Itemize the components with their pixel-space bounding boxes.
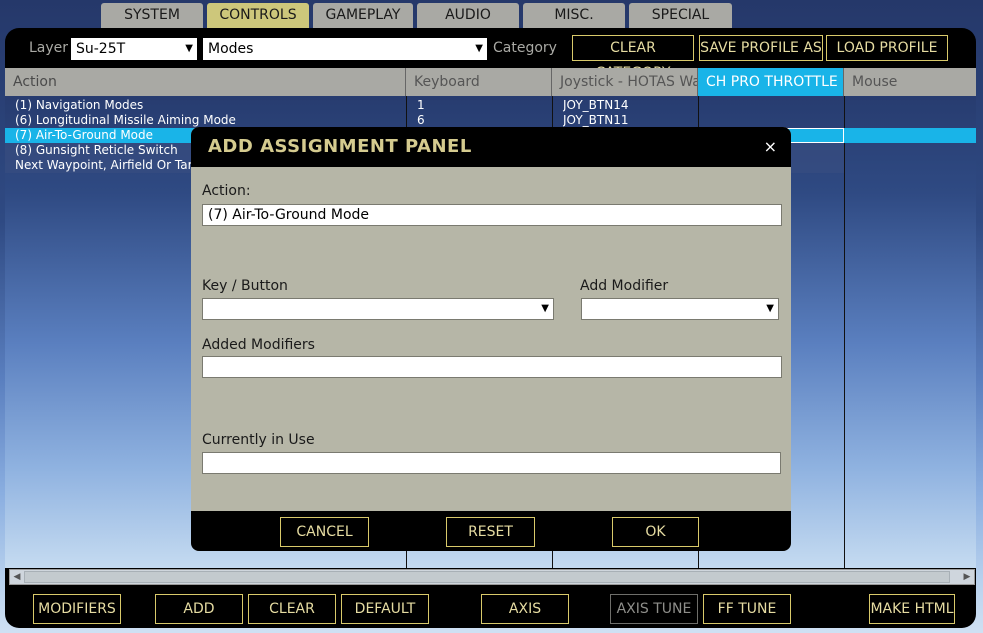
chevron-down-icon: ▼ [475,43,483,54]
horizontal-scrollbar[interactable]: ◀ ▶ [9,569,975,585]
chevron-down-icon: ▼ [766,303,774,314]
scrollbar-thumb[interactable] [24,571,950,583]
table-header: Action Keyboard Joystick - HOTAS Wa CH P… [5,68,976,96]
row-keyboard: 6 [417,113,425,127]
layer-select-value: Su-25T [76,41,126,57]
scroll-left-icon[interactable]: ◀ [10,570,24,584]
clear-category-button[interactable]: CLEAR CATEGORY [572,35,694,81]
modes-select[interactable]: Modes ▼ [203,38,487,60]
dialog-footer: CANCEL RESET OK [191,511,791,551]
tab-gameplay[interactable]: GAMEPLAY [313,3,413,29]
settings-tabs: SYSTEM CONTROLS GAMEPLAY AUDIO MISC. SPE… [101,3,736,29]
layer-select[interactable]: Su-25T ▼ [71,38,197,60]
dialog-header: ADD ASSIGNMENT PANEL × [191,127,791,167]
modes-select-value: Modes [208,41,254,57]
dialog-title: ADD ASSIGNMENT PANEL [208,136,472,157]
cancel-button[interactable]: CANCEL [280,517,369,547]
column-header-keyboard[interactable]: Keyboard [406,68,552,96]
load-profile-button[interactable]: LOAD PROFILE [826,35,948,61]
add-modifier-select[interactable]: ▼ [581,298,779,320]
action-value: (7) Air-To-Ground Mode [208,207,370,223]
clear-button[interactable]: CLEAR [248,594,336,624]
row-joystick: JOY_BTN11 [563,113,629,127]
tab-audio[interactable]: AUDIO [417,3,519,29]
ok-button[interactable]: OK [612,517,699,547]
table-row[interactable]: (1) Navigation Modes 1 JOY_BTN14 [5,98,844,113]
modifiers-button[interactable]: MODIFIERS [33,594,121,624]
action-field: (7) Air-To-Ground Mode [202,204,782,226]
axis-tune-button: AXIS TUNE [610,594,698,624]
axis-assign-button[interactable]: AXIS ASSIGN [481,594,569,624]
add-assignment-dialog: ADD ASSIGNMENT PANEL × Action: (7) Air-T… [191,127,791,551]
row-joystick: JOY_BTN14 [563,98,629,112]
ff-tune-button[interactable]: FF TUNE [703,594,791,624]
table-row[interactable]: (6) Longitudinal Missile Aiming Mode 6 J… [5,113,844,128]
column-header-joystick[interactable]: Joystick - HOTAS Wa [552,68,698,96]
scroll-right-icon[interactable]: ▶ [960,570,974,584]
added-modifiers-label: Added Modifiers [202,337,315,353]
make-html-button[interactable]: MAKE HTML [869,594,955,624]
row-action: (6) Longitudinal Missile Aiming Mode [15,113,236,127]
currently-in-use-field [202,452,781,474]
currently-in-use-label: Currently in Use [202,432,315,448]
row-keyboard: 1 [417,98,425,112]
column-header-mouse[interactable]: Mouse [844,68,976,96]
action-label: Action: [202,183,251,199]
chevron-down-icon: ▼ [185,43,193,54]
category-label: Category [493,40,557,56]
column-header-throttle[interactable]: CH PRO THROTTLE U [698,68,844,96]
tab-controls[interactable]: CONTROLS [207,3,309,29]
column-header-action[interactable]: Action [5,68,406,96]
add-modifier-label: Add Modifier [580,278,669,294]
key-button-select[interactable]: ▼ [202,298,554,320]
added-modifiers-field [202,356,782,378]
column-divider [844,96,845,568]
reset-button[interactable]: RESET [446,517,535,547]
tab-misc[interactable]: MISC. [523,3,625,29]
key-button-label: Key / Button [202,278,288,294]
chevron-down-icon: ▼ [541,303,549,314]
default-button[interactable]: DEFAULT [341,594,429,624]
save-profile-as-button[interactable]: SAVE PROFILE AS [699,35,823,61]
controls-toolbar: Layer Su-25T ▼ Modes ▼ Category CLEAR CA… [5,28,976,81]
tab-system[interactable]: SYSTEM [101,3,203,29]
tab-special[interactable]: SPECIAL [629,3,732,29]
add-button[interactable]: ADD [155,594,243,624]
row-action: (1) Navigation Modes [15,98,144,112]
layer-label: Layer [29,40,69,56]
close-icon[interactable]: × [764,137,777,156]
